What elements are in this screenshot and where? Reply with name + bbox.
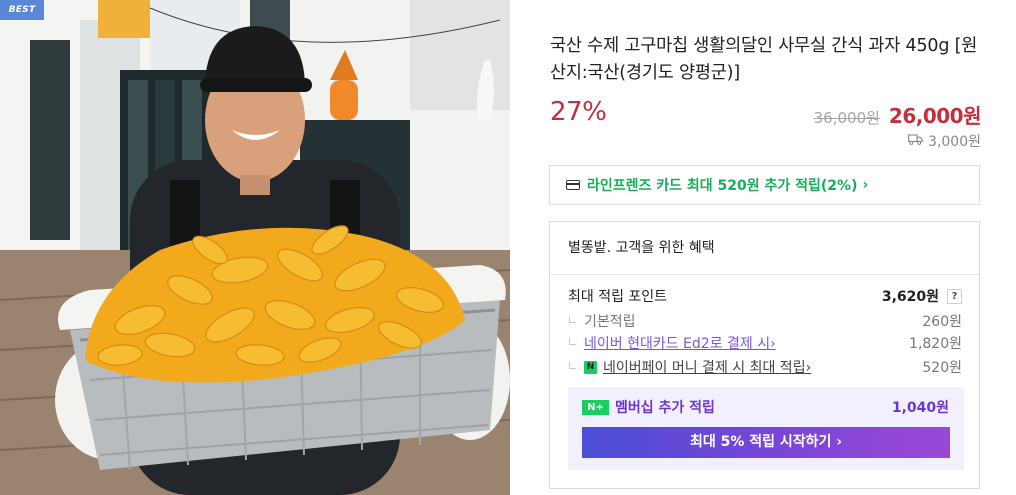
shipping-fee-value: 3,000원 bbox=[928, 134, 981, 150]
membership-label: 멤버십 추가 적립 bbox=[615, 400, 715, 416]
chevron-right-icon: › bbox=[862, 177, 869, 193]
product-photo-illustration bbox=[0, 0, 510, 495]
naverpay-link[interactable]: 네이버페이 머니 결제 시 최대 적립› bbox=[603, 357, 811, 377]
chevron-right-icon: › bbox=[805, 360, 812, 376]
max-points-value: 3,620원 bbox=[881, 289, 939, 305]
naverpay-label: 네이버페이 머니 결제 시 최대 적립 bbox=[603, 360, 806, 376]
basic-points-label: 기본적립 bbox=[584, 314, 636, 330]
product-image[interactable]: BEST bbox=[0, 0, 510, 495]
indent-tick-icon bbox=[569, 337, 576, 345]
basic-points-row: 기본적립 260원 bbox=[568, 311, 962, 331]
discount-rate: 27% bbox=[550, 97, 607, 127]
card-promotion-banner[interactable]: 라인프렌즈 카드 최대 520원 추가 적립(2%) › bbox=[549, 165, 980, 205]
hyundai-card-label: 네이버 현대카드 Ed2로 결제 시 bbox=[584, 336, 771, 352]
basic-points-value: 260원 bbox=[922, 314, 962, 330]
membership-row: N+ 멤버십 추가 적립 1,040원 bbox=[582, 397, 949, 417]
naverpay-icon: N bbox=[584, 360, 597, 374]
indent-tick-icon bbox=[569, 315, 576, 323]
naver-plus-icon: N+ bbox=[582, 399, 609, 415]
truck-icon bbox=[908, 133, 923, 149]
membership-points-value: 1,040원 bbox=[891, 400, 949, 416]
membership-box: N+ 멤버십 추가 적립 1,040원 최대 5% 적립 시작하기 › bbox=[568, 387, 964, 470]
price-group: 36,000원 26,000원 bbox=[813, 100, 982, 129]
naverpay-points-row: N 네이버페이 머니 결제 시 최대 적립› 520원 bbox=[568, 357, 962, 377]
hyundai-card-points-row: 네이버 현대카드 Ed2로 결제 시› 1,820원 bbox=[568, 333, 962, 353]
max-points-row: 최대 적립 포인트 3,620원 ? bbox=[568, 286, 962, 306]
hyundai-card-points-value: 1,820원 bbox=[909, 336, 962, 352]
divider bbox=[550, 274, 979, 275]
product-info-panel: 국산 수제 고구마칩 생활의달인 사무실 간식 과자 450g [원산지:국산(… bbox=[549, 0, 982, 495]
benefits-title: 별똥밭. 고객을 위한 혜택 bbox=[568, 240, 715, 256]
credit-card-icon bbox=[566, 180, 580, 190]
benefits-box: 별똥밭. 고객을 위한 혜택 최대 적립 포인트 3,620원 ? 기본적립 2… bbox=[549, 221, 980, 489]
max-points-value-group: 3,620원 ? bbox=[882, 286, 962, 306]
card-promotion-text: 라인프렌즈 카드 최대 520원 추가 적립(2%) bbox=[587, 178, 858, 194]
start-membership-button[interactable]: 최대 5% 적립 시작하기 › bbox=[582, 427, 950, 458]
original-price: 36,000원 bbox=[813, 109, 880, 127]
product-title: 국산 수제 고구마칩 생활의달인 사무실 간식 과자 450g [원산지:국산(… bbox=[550, 36, 978, 83]
chevron-right-icon: › bbox=[770, 336, 776, 352]
hyundai-card-link[interactable]: 네이버 현대카드 Ed2로 결제 시› bbox=[584, 333, 776, 353]
naverpay-points-value: 520원 bbox=[922, 360, 962, 376]
best-badge: BEST bbox=[0, 0, 44, 20]
shipping-fee: 3,000원 bbox=[908, 131, 981, 151]
help-icon[interactable]: ? bbox=[947, 288, 962, 304]
max-points-label: 최대 적립 포인트 bbox=[568, 289, 668, 305]
sale-price: 26,000원 bbox=[888, 104, 982, 128]
indent-tick-icon bbox=[569, 361, 576, 369]
